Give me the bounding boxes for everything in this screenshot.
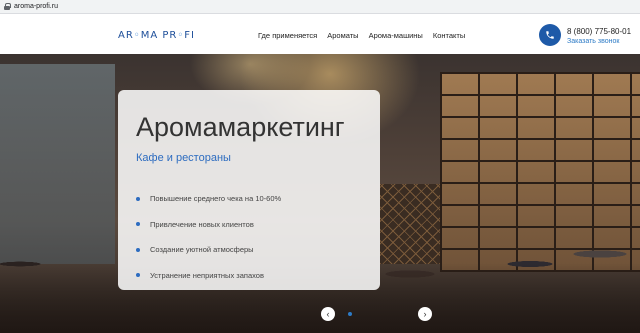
phone-button[interactable]	[539, 24, 561, 46]
phone-number[interactable]: 8 (800) 775-80-01	[567, 27, 631, 36]
callback-link[interactable]: Заказать звонок	[567, 38, 619, 45]
slider-dot[interactable]	[348, 312, 352, 316]
nav-item-aromas[interactable]: Ароматы	[327, 31, 358, 40]
lock-icon	[4, 3, 11, 10]
bullet-icon	[136, 273, 140, 278]
site-header: AR◦MA PR◦FI Где применяется Ароматы Аром…	[0, 14, 640, 54]
phone-icon	[546, 31, 554, 39]
chevron-right-icon: ›	[423, 308, 427, 319]
hero-title: Аромамаркетинг	[136, 112, 345, 142]
benefits-list: Повышение среднего чека на 10-60% Привле…	[136, 186, 281, 288]
bullet-icon	[136, 196, 140, 201]
bullet-icon	[136, 247, 140, 252]
nav-item-aroma-machines[interactable]: Арома-машины	[369, 31, 423, 40]
bullet-icon	[136, 222, 140, 227]
logo[interactable]: AR◦MA PR◦FI	[118, 30, 195, 41]
list-item: Устранение неприятных запахов	[136, 263, 281, 289]
nav-item-contacts[interactable]: Контакты	[433, 31, 465, 40]
slider-dots	[348, 312, 352, 316]
nav-item-where-used[interactable]: Где применяется	[258, 31, 317, 40]
slider-next-button[interactable]: ›	[418, 307, 432, 321]
hero-subtitle: Кафе и рестораны	[136, 152, 231, 164]
list-item: Повышение среднего чека на 10-60%	[136, 186, 281, 212]
url-text[interactable]: aroma-profi.ru	[14, 3, 58, 10]
list-item: Привлечение новых клиентов	[136, 212, 281, 238]
hero-card: Аромамаркетинг Кафе и рестораны Повышени…	[118, 90, 380, 290]
browser-address-bar[interactable]: aroma-profi.ru	[0, 0, 640, 14]
chevron-left-icon: ‹	[326, 308, 330, 319]
slider-prev-button[interactable]: ‹	[321, 307, 335, 321]
list-item: Создание уютной атмосферы	[136, 237, 281, 263]
main-nav: Где применяется Ароматы Арома-машины Кон…	[258, 31, 465, 40]
